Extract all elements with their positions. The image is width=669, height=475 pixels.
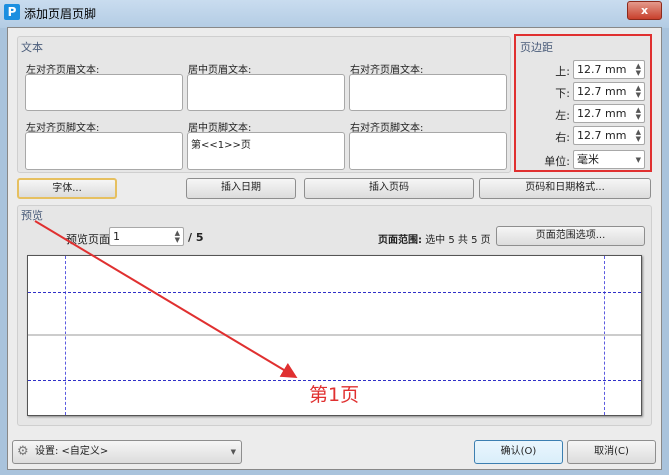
- cancel-button[interactable]: 取消(C): [567, 440, 656, 464]
- arrow-line: [34, 220, 298, 379]
- chevron-down-icon: ▼: [230, 448, 236, 456]
- gear-icon: ⚙: [17, 444, 29, 459]
- annotation-arrow: [34, 220, 298, 379]
- settings-value: 设置: <自定义>: [35, 446, 109, 457]
- settings-select[interactable]: ⚙ 设置: <自定义> ▼: [12, 440, 242, 464]
- ok-button[interactable]: 确认(O): [474, 440, 563, 464]
